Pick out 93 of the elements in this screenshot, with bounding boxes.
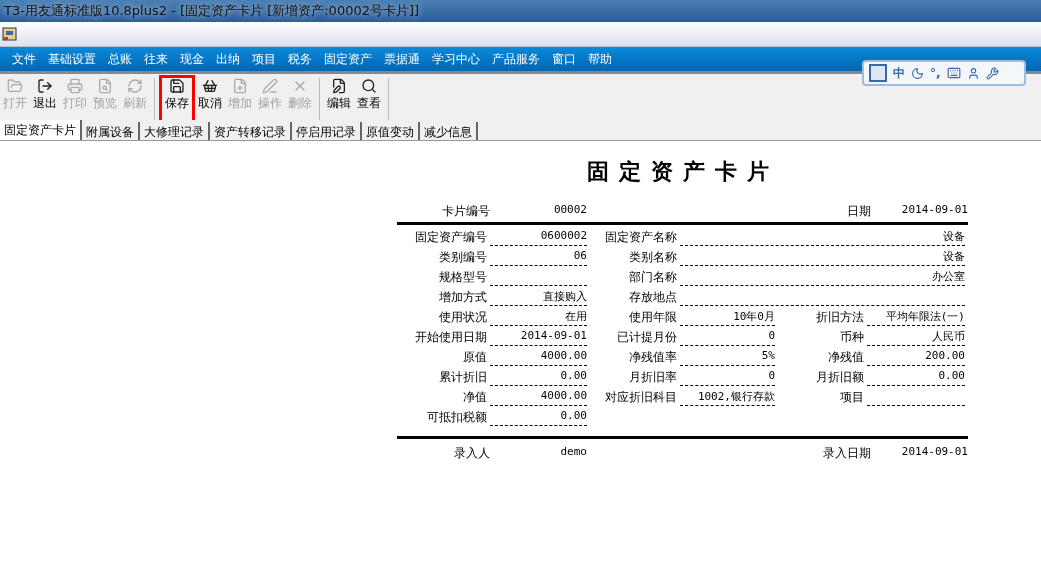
input-field[interactable]: 06 <box>490 249 587 266</box>
input-field[interactable]: 平均年限法(一) <box>867 309 965 326</box>
add-icon <box>232 78 248 94</box>
exit-door-icon <box>37 78 53 94</box>
edit-icon <box>331 78 347 94</box>
field-label: 原值 <box>462 349 488 366</box>
field-label: 净残值 <box>827 349 865 366</box>
field-label: 月折旧额 <box>815 369 865 386</box>
toolbar-button[interactable]: 保存 <box>162 78 192 120</box>
field-label: 可抵扣税额 <box>426 409 488 426</box>
keyboard-icon[interactable] <box>946 66 961 80</box>
input-field[interactable]: 设备 <box>680 229 965 246</box>
field-label: 对应折旧科目 <box>604 389 678 406</box>
input-field[interactable]: 在用 <box>490 309 587 326</box>
input-field[interactable]: 人民币 <box>867 329 965 346</box>
header-label: 日期 <box>846 203 871 220</box>
menu-item[interactable]: 税务 <box>282 50 318 68</box>
input-field[interactable]: 0.00 <box>490 409 587 426</box>
card-title: 固定资产卡片 <box>585 158 780 186</box>
punctuation-mode[interactable]: °, <box>930 66 941 80</box>
field-label: 部门名称 <box>628 269 678 286</box>
field-label: 使用状况 <box>438 309 488 326</box>
view-icon <box>361 78 377 94</box>
printer-icon <box>67 78 83 94</box>
input-field[interactable]: 4000.00 <box>490 389 587 406</box>
menu-item[interactable]: 往来 <box>138 50 174 68</box>
field-label: 折旧方法 <box>815 309 865 326</box>
footer-value: 2014-09-01 <box>900 445 968 460</box>
input-field[interactable]: 0.00 <box>867 369 965 386</box>
field-label: 固定资产名称 <box>604 229 678 246</box>
refresh-icon <box>127 78 143 94</box>
input-field[interactable]: 5% <box>680 349 775 366</box>
header-value: 00002 <box>552 203 587 218</box>
footer-value: demo <box>559 445 587 460</box>
field-label: 类别编号 <box>438 249 488 266</box>
field-label: 开始使用日期 <box>414 329 488 346</box>
menu-item[interactable]: 出纳 <box>210 50 246 68</box>
menu-item[interactable]: 现金 <box>174 50 210 68</box>
field-label: 币种 <box>839 329 865 346</box>
input-field[interactable]: 0600002 <box>490 229 587 246</box>
input-field[interactable]: 1002,银行存款 <box>680 389 775 406</box>
input-field[interactable]: 办公室 <box>680 269 965 286</box>
field-label: 已计提月份 <box>616 329 678 346</box>
input-field[interactable]: 0 <box>680 329 775 346</box>
menu-item[interactable]: 文件 <box>6 50 42 68</box>
input-field[interactable]: 200.00 <box>867 349 965 366</box>
person-icon[interactable] <box>966 66 980 80</box>
field-label: 类别名称 <box>628 249 678 266</box>
field-label: 累计折旧 <box>438 369 488 386</box>
input-field[interactable]: 10年0月 <box>680 309 775 326</box>
header-value: 2014-09-01 <box>900 203 968 218</box>
field-label: 存放地点 <box>628 289 678 306</box>
field-label: 增加方式 <box>438 289 488 306</box>
footer-label: 录入日期 <box>822 445 871 462</box>
input-field[interactable]: 0 <box>680 369 775 386</box>
field-label: 净残值率 <box>628 349 678 366</box>
wrench-icon[interactable] <box>985 66 999 80</box>
window-title: T3-用友通标准版10.8plus2 - [固定资产卡片 [新增资产:00002号卡片]] <box>4 2 420 20</box>
menu-item[interactable]: 窗口 <box>546 50 582 68</box>
input-field[interactable]: 设备 <box>680 249 965 266</box>
menu-item[interactable]: 帮助 <box>582 50 618 68</box>
app-icon[interactable] <box>2 26 18 42</box>
toolbar-button[interactable]: 编辑 <box>324 78 354 120</box>
folder-icon <box>7 78 23 94</box>
menu-item[interactable]: 学习中心 <box>426 50 486 68</box>
field-label: 项目 <box>839 389 865 406</box>
menu-item[interactable]: 产品服务 <box>486 50 546 68</box>
field-label: 固定资产编号 <box>414 229 488 246</box>
menu-item[interactable]: 基础设置 <box>42 50 102 68</box>
toolbar-button[interactable]: 退出 <box>30 78 60 120</box>
header-label: 卡片编号 <box>441 203 490 220</box>
tab[interactable]: 固定资产卡片 <box>0 120 82 140</box>
menu-item[interactable]: 项目 <box>246 50 282 68</box>
menu-item[interactable]: 总账 <box>102 50 138 68</box>
input-field[interactable]: 0.00 <box>490 369 587 386</box>
input-field[interactable]: 4000.00 <box>490 349 587 366</box>
toolbar-button[interactable]: 查看 <box>354 78 384 120</box>
menu-item[interactable]: 固定资产 <box>318 50 378 68</box>
field-label: 月折旧率 <box>628 369 678 386</box>
field-label: 净值 <box>462 389 488 406</box>
input-field[interactable]: 直接购入 <box>490 289 587 306</box>
basket-icon <box>202 78 218 94</box>
moon-icon[interactable] <box>911 66 924 80</box>
footer-label: 录入人 <box>453 445 490 462</box>
preview-icon <box>97 78 113 94</box>
pen-icon <box>262 78 278 94</box>
field-label: 使用年限 <box>628 309 678 326</box>
field-label: 规格型号 <box>438 269 488 286</box>
toolbar-button[interactable]: 取消 <box>195 78 225 120</box>
menu-item[interactable]: 票据通 <box>378 50 426 68</box>
input-mode[interactable]: 中 <box>893 64 905 82</box>
save-icon <box>169 78 185 94</box>
input-field[interactable]: 2014-09-01 <box>490 329 587 346</box>
